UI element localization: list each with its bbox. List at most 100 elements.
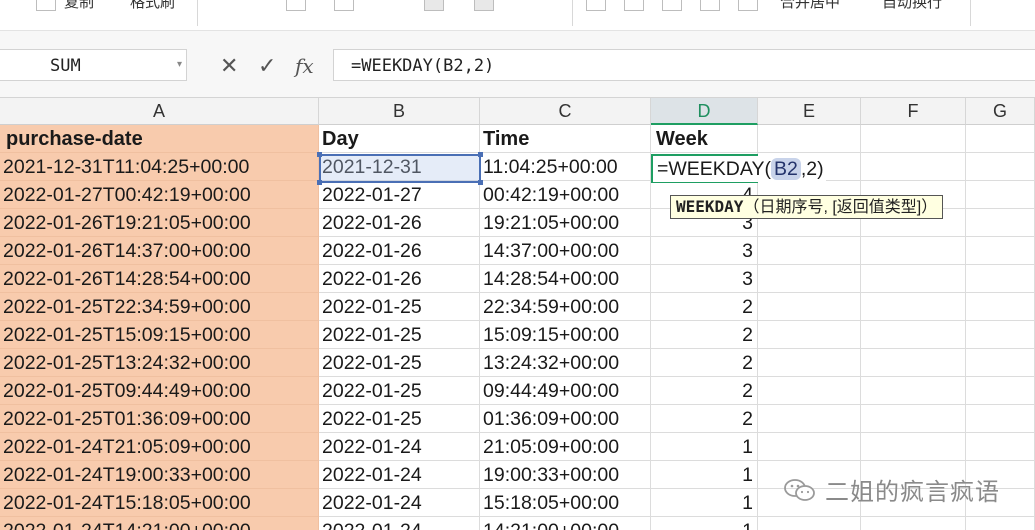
cell-a3[interactable]: 2022-01-27T00:42:19+00:00 xyxy=(0,181,319,209)
align-left-icon[interactable] xyxy=(586,0,606,11)
insert-function-icon[interactable]: fx xyxy=(295,55,314,77)
cell-empty[interactable] xyxy=(966,433,1035,461)
cell-c9[interactable]: 13:24:32+00:00 xyxy=(480,349,651,377)
cell-c11[interactable]: 01:36:09+00:00 xyxy=(480,405,651,433)
cell-c6[interactable]: 14:28:54+00:00 xyxy=(480,265,651,293)
column-header-c[interactable]: C xyxy=(480,98,651,125)
cell-d14[interactable]: 1 xyxy=(651,489,758,517)
check-icon[interactable]: ✓ xyxy=(258,55,276,77)
cell-a4[interactable]: 2022-01-26T19:21:05+00:00 xyxy=(0,209,319,237)
cell-empty[interactable] xyxy=(861,321,966,349)
cell-c13[interactable]: 19:00:33+00:00 xyxy=(480,461,651,489)
cell-empty[interactable] xyxy=(861,125,966,153)
cell-a8[interactable]: 2022-01-25T15:09:15+00:00 xyxy=(0,321,319,349)
cell-empty[interactable] xyxy=(758,321,861,349)
cell-d9[interactable]: 2 xyxy=(651,349,758,377)
cell-c4[interactable]: 19:21:05+00:00 xyxy=(480,209,651,237)
cell-empty[interactable] xyxy=(861,237,966,265)
strikethrough-icon[interactable] xyxy=(334,0,354,11)
justify-icon[interactable] xyxy=(700,0,720,11)
cell-c10[interactable]: 09:44:49+00:00 xyxy=(480,377,651,405)
cell-d7[interactable]: 2 xyxy=(651,293,758,321)
cell-b6[interactable]: 2022-01-26 xyxy=(319,265,480,293)
cell-a13[interactable]: 2022-01-24T19:00:33+00:00 xyxy=(0,461,319,489)
cell-empty[interactable] xyxy=(861,377,966,405)
column-header-g[interactable]: G xyxy=(966,98,1035,125)
name-box[interactable]: SUM ▾ xyxy=(0,49,187,81)
cell-c1[interactable]: Time xyxy=(480,125,651,153)
cell-d10[interactable]: 2 xyxy=(651,377,758,405)
cell-b15[interactable]: 2022-01-24 xyxy=(319,517,480,530)
cell-d5[interactable]: 3 xyxy=(651,237,758,265)
cell-a9[interactable]: 2022-01-25T13:24:32+00:00 xyxy=(0,349,319,377)
cell-a11[interactable]: 2022-01-25T01:36:09+00:00 xyxy=(0,405,319,433)
cell-a6[interactable]: 2022-01-26T14:28:54+00:00 xyxy=(0,265,319,293)
fill-color-icon[interactable] xyxy=(424,0,444,11)
format-painter-button[interactable]: 格式刷 xyxy=(130,0,175,12)
cell-a1[interactable]: purchase-date xyxy=(0,125,319,153)
cell-empty[interactable] xyxy=(861,265,966,293)
merge-center-button[interactable]: 合并居中 xyxy=(780,0,840,12)
cell-empty[interactable] xyxy=(861,349,966,377)
cell-b9[interactable]: 2022-01-25 xyxy=(319,349,480,377)
in-cell-editor[interactable]: =WEEKDAY(B2,2) xyxy=(653,156,826,182)
cell-c12[interactable]: 21:05:09+00:00 xyxy=(480,433,651,461)
cell-b7[interactable]: 2022-01-25 xyxy=(319,293,480,321)
cell-empty[interactable] xyxy=(966,125,1035,153)
column-header-b[interactable]: B xyxy=(319,98,480,125)
cell-empty[interactable] xyxy=(758,377,861,405)
cell-a10[interactable]: 2022-01-25T09:44:49+00:00 xyxy=(0,377,319,405)
cell-empty[interactable] xyxy=(861,293,966,321)
cell-b3[interactable]: 2022-01-27 xyxy=(319,181,480,209)
chevron-down-icon[interactable]: ▾ xyxy=(177,59,182,70)
cell-a5[interactable]: 2022-01-26T14:37:00+00:00 xyxy=(0,237,319,265)
cell-b4[interactable]: 2022-01-26 xyxy=(319,209,480,237)
cell-b14[interactable]: 2022-01-24 xyxy=(319,489,480,517)
cell-empty[interactable] xyxy=(966,321,1035,349)
column-header-d[interactable]: D xyxy=(651,98,758,125)
cell-c7[interactable]: 22:34:59+00:00 xyxy=(480,293,651,321)
cell-empty[interactable] xyxy=(861,517,966,530)
cell-c14[interactable]: 15:18:05+00:00 xyxy=(480,489,651,517)
cell-d1[interactable]: Week xyxy=(651,125,758,153)
cell-d12[interactable]: 1 xyxy=(651,433,758,461)
cell-empty[interactable] xyxy=(861,153,966,181)
font-color-icon[interactable] xyxy=(474,0,494,11)
cell-b8[interactable]: 2022-01-25 xyxy=(319,321,480,349)
cell-d11[interactable]: 2 xyxy=(651,405,758,433)
spreadsheet-grid[interactable]: ABCDEFG purchase-date Day Time Week 2021-12-… xyxy=(0,98,1035,530)
cell-a7[interactable]: 2022-01-25T22:34:59+00:00 xyxy=(0,293,319,321)
cell-empty[interactable] xyxy=(966,237,1035,265)
cell-c3[interactable]: 00:42:19+00:00 xyxy=(480,181,651,209)
cell-c15[interactable]: 14:21:00+00:00 xyxy=(480,517,651,530)
cell-empty[interactable] xyxy=(861,405,966,433)
column-header-e[interactable]: E xyxy=(758,98,861,125)
cell-empty[interactable] xyxy=(966,181,1035,209)
underline-icon[interactable] xyxy=(286,0,306,11)
cell-d13[interactable]: 1 xyxy=(651,461,758,489)
cell-b13[interactable]: 2022-01-24 xyxy=(319,461,480,489)
cell-c5[interactable]: 14:37:00+00:00 xyxy=(480,237,651,265)
cell-a12[interactable]: 2022-01-24T21:05:09+00:00 xyxy=(0,433,319,461)
cell-empty[interactable] xyxy=(966,405,1035,433)
cell-a2[interactable]: 2021-12-31T11:04:25+00:00 xyxy=(0,153,319,181)
cell-empty[interactable] xyxy=(966,517,1035,530)
copy-button[interactable]: 复制 xyxy=(64,0,94,12)
cell-a15[interactable]: 2022-01-24T14:21:00+00:00 xyxy=(0,517,319,530)
merge-icon[interactable] xyxy=(738,0,758,11)
cell-b12[interactable]: 2022-01-24 xyxy=(319,433,480,461)
column-header-a[interactable]: A xyxy=(0,98,319,125)
cell-d8[interactable]: 2 xyxy=(651,321,758,349)
align-right-icon[interactable] xyxy=(662,0,682,11)
cell-b1[interactable]: Day xyxy=(319,125,480,153)
cell-empty[interactable] xyxy=(861,433,966,461)
wrap-text-button[interactable]: 自动换行 xyxy=(882,0,942,12)
cell-b11[interactable]: 2022-01-25 xyxy=(319,405,480,433)
align-center-icon[interactable] xyxy=(624,0,644,11)
cancel-icon[interactable]: ✕ xyxy=(220,55,238,77)
cell-empty[interactable] xyxy=(758,293,861,321)
cell-empty[interactable] xyxy=(966,153,1035,181)
cell-empty[interactable] xyxy=(966,377,1035,405)
cell-d15[interactable]: 1 xyxy=(651,517,758,530)
highlight-icon[interactable] xyxy=(372,0,390,10)
